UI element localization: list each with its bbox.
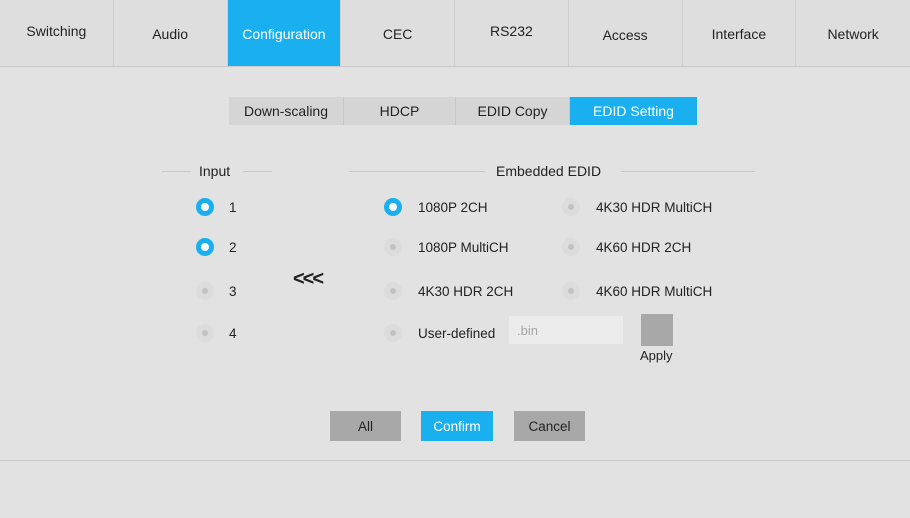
input-3-label: 3 [229,284,237,299]
edid-4k60-hdr-multich-radio[interactable] [562,282,580,300]
copy-arrow-icon: <<< [293,268,324,290]
confirm-button[interactable]: Confirm [421,411,493,441]
input-section-title: Input [199,163,231,179]
tab-configuration[interactable]: Configuration [227,0,342,66]
edid-1080p-multich-label: 1080P MultiCH [418,240,509,255]
edid-4k30-hdr-multich-radio[interactable] [562,198,580,216]
tab-cec[interactable]: CEC [341,0,455,66]
input-1-label: 1 [229,200,237,215]
edid-1080p-multich-radio[interactable] [384,238,402,256]
apply-button[interactable] [641,314,673,346]
subtab-edid-copy[interactable]: EDID Copy [456,97,570,125]
edid-4k30-hdr-2ch-radio[interactable] [384,282,402,300]
top-nav: Switching Audio Configuration CEC RS232 … [0,0,910,67]
input-1-radio[interactable] [196,198,214,216]
apply-label: Apply [640,348,673,363]
edid-divider-left [349,171,485,172]
subtab-edid-setting[interactable]: EDID Setting [570,97,697,125]
edid-user-defined-radio[interactable] [384,324,402,342]
edid-4k60-hdr-2ch-radio[interactable] [562,238,580,256]
subtab-hdcp[interactable]: HDCP [344,97,456,125]
edid-4k60-hdr-2ch-label: 4K60 HDR 2CH [596,240,692,255]
tab-network[interactable]: Network [796,0,910,66]
tab-rs232[interactable]: RS232 [455,0,569,66]
input-divider-left [162,171,191,172]
edid-divider-right [621,171,755,172]
input-2-radio[interactable] [196,238,214,256]
input-divider-right [243,171,272,172]
bin-file-input[interactable] [509,316,623,344]
sub-tabs: Down-scaling HDCP EDID Copy EDID Setting [229,97,697,125]
edid-section-title: Embedded EDID [496,163,602,179]
input-4-label: 4 [229,326,237,341]
tab-access[interactable]: Access [569,0,683,66]
edid-4k60-hdr-multich-label: 4K60 HDR MultiCH [596,284,713,299]
edid-1080p-2ch-radio[interactable] [384,198,402,216]
edid-user-defined-label: User-defined [418,326,496,341]
input-4-radio[interactable] [196,324,214,342]
subtab-down-scaling[interactable]: Down-scaling [229,97,344,125]
edid-4k30-hdr-multich-label: 4K30 HDR MultiCH [596,200,713,215]
all-button[interactable]: All [330,411,401,441]
bottom-divider [0,460,910,461]
cancel-button[interactable]: Cancel [514,411,585,441]
input-3-radio[interactable] [196,282,214,300]
input-2-label: 2 [229,240,237,255]
edid-4k30-hdr-2ch-label: 4K30 HDR 2CH [418,284,514,299]
tab-interface[interactable]: Interface [683,0,797,66]
tab-audio[interactable]: Audio [114,0,228,66]
tab-switching[interactable]: Switching [0,0,114,66]
edid-1080p-2ch-label: 1080P 2CH [418,200,488,215]
